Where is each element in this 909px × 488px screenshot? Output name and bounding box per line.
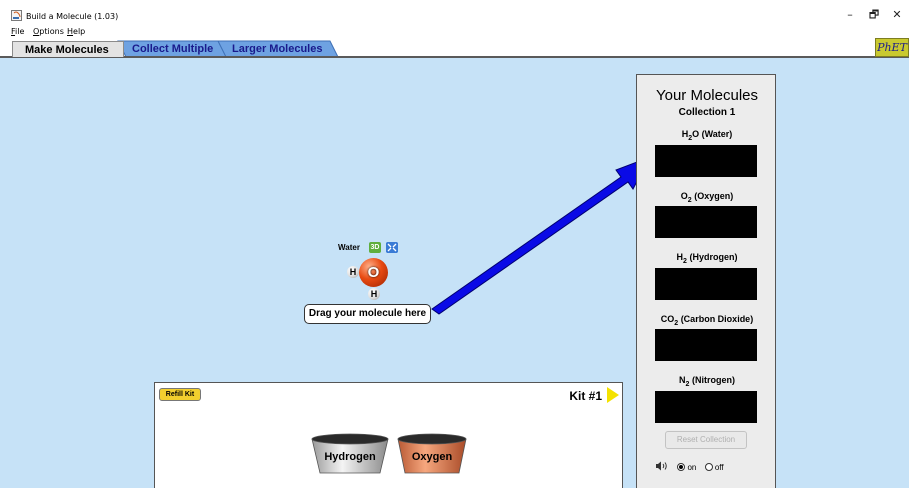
app-window: Build a Molecule (1.03) – 🗗 ✕ File Optio… [0,0,909,488]
sound-off-radio[interactable] [704,463,713,471]
oxygen-bucket-label: Oxygen [411,451,453,463]
view-3d-button[interactable]: 3D [369,242,381,253]
target-co2-tail: (Carbon Dioxide) [678,314,754,324]
target-hydrogen-tail: (Hydrogen) [686,252,738,262]
sound-controls: on off [655,461,724,473]
target-oxygen-tail: (Oxygen) [691,191,734,201]
hydrogen-atom-bottom[interactable]: H [368,288,380,300]
refill-kit-button[interactable]: Refill Kit [159,388,201,401]
target-slot-water[interactable] [655,145,757,177]
sound-on-radio[interactable] [677,463,686,471]
drag-hint-label: Drag your molecule here [304,304,431,324]
kit-panel: Refill Kit Kit #1 Hydrogen Oxygen [154,382,623,488]
collection-panel: Your Molecules Collection 1 H2O (Water) … [636,74,776,488]
hydrogen-atom-left[interactable]: H [347,266,359,278]
target-oxygen-main: O [680,191,688,201]
next-kit-arrow-icon[interactable] [607,387,619,403]
kit-title: Kit #1 [569,389,602,403]
collection-title: Your Molecules [655,87,758,104]
target-nitrogen-tail: (Nitrogen) [689,375,735,385]
collection-subtitle: Collection 1 [678,107,736,118]
target-label-oxygen: O2 (Oxygen) [637,191,777,204]
target-slot-nitrogen[interactable] [655,391,757,423]
target-slot-hydrogen[interactable] [655,268,757,300]
target-slot-carbon-dioxide[interactable] [655,329,757,361]
target-label-hydrogen: H2 (Hydrogen) [637,252,777,265]
target-label-carbon-dioxide: CO2 (Carbon Dioxide) [637,314,777,327]
arrow-shape [431,156,652,315]
hydrogen-bucket-label: Hydrogen [324,451,376,463]
sound-off-label: off [714,463,724,472]
speaker-icon [656,461,667,471]
reset-collection-button[interactable]: Reset Collection [665,431,747,449]
target-slot-oxygen[interactable] [655,206,757,238]
target-label-water: H2O (Water) [637,129,777,142]
sound-on-label: on [687,463,697,472]
target-label-nitrogen: N2 (Nitrogen) [637,375,777,388]
target-water-tail: O (Water) [692,129,733,139]
target-co2-main: CO [660,314,675,324]
molecule-name: Water [338,243,360,252]
oxygen-atom[interactable]: O [359,258,388,287]
break-apart-icon[interactable] [386,242,398,253]
